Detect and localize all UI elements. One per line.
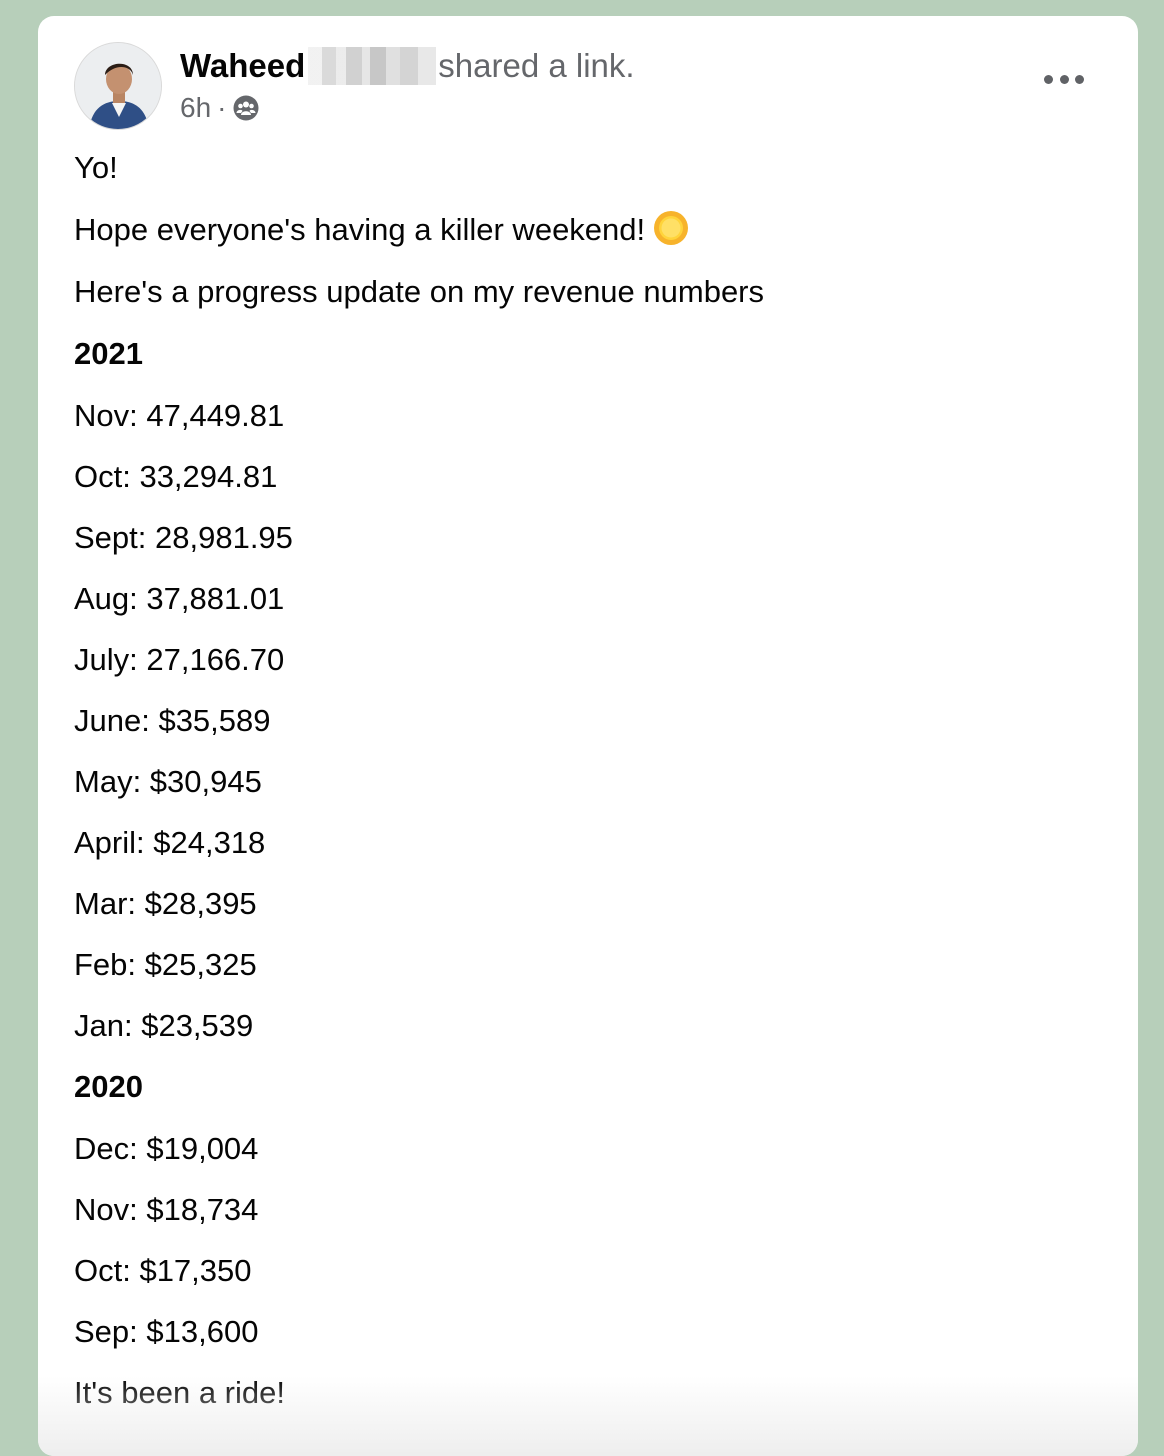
redacted-surname — [308, 47, 437, 85]
post-header: Waheed shared a link. — [180, 44, 635, 88]
meta-separator: · — [217, 92, 227, 123]
revenue-line: Nov: $18,734 — [74, 1192, 259, 1227]
revenue-line: May: $30,945 — [74, 764, 262, 799]
revenue-line: Jan: $23,539 — [74, 1008, 254, 1043]
group-audience-icon[interactable] — [232, 94, 260, 122]
revenue-line: June: $35,589 — [74, 703, 271, 738]
revenue-line: Feb: $25,325 — [74, 947, 257, 982]
post-card: Waheed shared a link. 6h · Yo! Hope ever… — [38, 16, 1138, 1456]
post-line-weekend: Hope everyone's having a killer weekend! — [74, 206, 1094, 268]
post-timestamp[interactable]: 6h — [180, 92, 211, 124]
sun-emoji-icon — [653, 210, 689, 260]
author-avatar[interactable] — [74, 42, 162, 130]
revenue-line: Aug: 37,881.01 — [74, 581, 285, 616]
revenue-line: Sept: 28,981.95 — [74, 520, 293, 555]
revenue-line: Oct: 33,294.81 — [74, 459, 278, 494]
revenue-line: Oct: $17,350 — [74, 1253, 252, 1288]
more-options-icon[interactable] — [1044, 64, 1084, 94]
year-heading-2020: 2020 — [74, 1069, 143, 1104]
revenue-line: Mar: $28,395 — [74, 886, 257, 921]
post-line-closing: It's been a ride! — [74, 1375, 285, 1410]
post-action-text: shared a link. — [438, 47, 635, 84]
revenue-line: April: $24,318 — [74, 825, 266, 860]
year-heading-2021: 2021 — [74, 336, 143, 371]
weekend-text: Hope everyone's having a killer weekend! — [74, 212, 646, 247]
revenue-line: Nov: 47,449.81 — [74, 398, 285, 433]
revenue-line: Dec: $19,004 — [74, 1131, 259, 1166]
revenue-line: Sep: $13,600 — [74, 1314, 259, 1349]
post-text: Yo! Hope everyone's having a killer week… — [74, 144, 1094, 1431]
post-line-greeting: Yo! — [74, 150, 118, 185]
revenue-line: July: 27,166.70 — [74, 642, 285, 677]
avatar-photo — [75, 43, 161, 129]
post-meta: 6h · — [180, 90, 260, 126]
post-line-intro: Here's a progress update on my revenue n… — [74, 274, 765, 309]
author-name[interactable]: Waheed — [180, 47, 305, 85]
